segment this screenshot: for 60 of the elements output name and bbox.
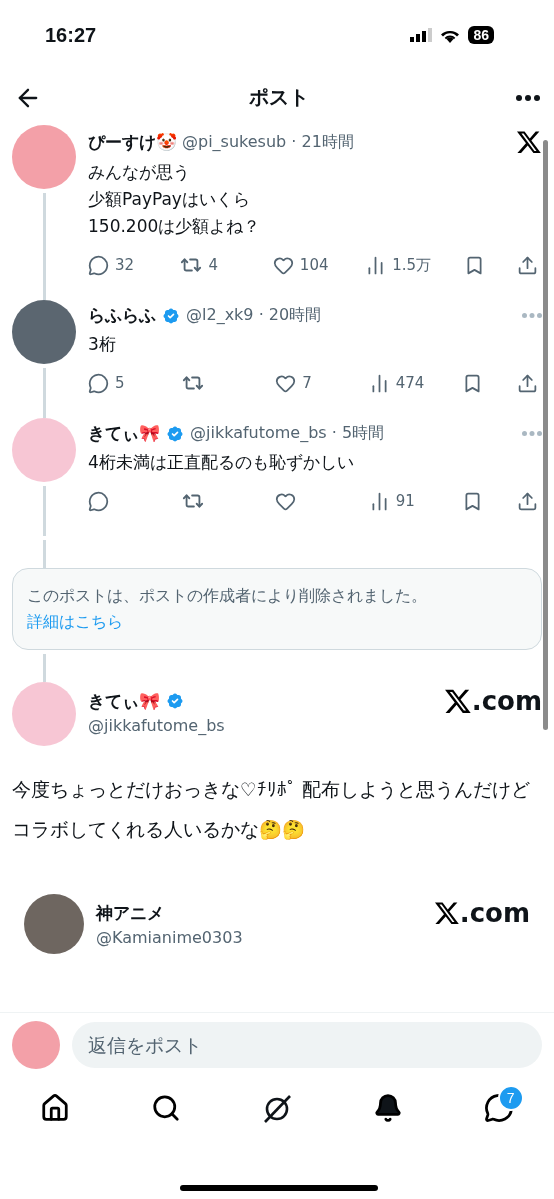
repost-button[interactable]: 4 (180, 254, 241, 276)
post-text: 150.200は少額よね？ (88, 215, 261, 238)
source-link[interactable]: .com (443, 686, 542, 716)
handle-and-time: @l2_xk9 · 20時間 (186, 305, 322, 326)
home-icon (40, 1093, 71, 1123)
count: 7 (302, 374, 312, 392)
post-text: 少額PayPayはいくら (88, 188, 250, 211)
count: 5 (115, 374, 125, 392)
source-link[interactable]: .com (433, 898, 530, 928)
count: 91 (395, 492, 415, 510)
avatar[interactable] (24, 894, 84, 954)
x-logo-icon (516, 129, 542, 155)
share-button[interactable] (516, 490, 538, 512)
user-name: きてぃ🎀 (88, 422, 160, 445)
reply-button[interactable]: 32 (88, 254, 148, 276)
like-button[interactable]: 104 (272, 254, 333, 276)
signal-icon (410, 28, 433, 42)
search-icon (150, 1093, 181, 1123)
count: 474 (395, 374, 425, 392)
reply-field[interactable]: 返信をポスト (72, 1022, 542, 1068)
reply-icon (88, 490, 109, 512)
bell-icon (373, 1093, 404, 1123)
share-icon (516, 490, 538, 512)
battery-level: 86 (468, 26, 494, 44)
user-handle: @Kamianime0303 (96, 928, 244, 947)
user-name: ぴーすけ🤡 (88, 130, 177, 154)
x-logo-icon (433, 900, 460, 926)
views-button[interactable]: 91 (368, 490, 429, 512)
count: 32 (115, 256, 135, 274)
post-text: 4桁未満は正直配るのも恥ずかしい (88, 451, 354, 474)
post-text: 今度ちょっとだけおっきな♡ﾁﾘﾎﾟ 配布しようと思うんだけどコラボしてくれる人いるかな🤔🤔 (12, 778, 532, 842)
count: 104 (299, 256, 329, 274)
like-button[interactable]: 7 (275, 372, 336, 394)
x-logo-icon (443, 687, 472, 715)
post-text: みんなが思う (88, 161, 190, 184)
reply-icon (88, 372, 109, 394)
more-button[interactable] (516, 94, 540, 101)
reply-icon (88, 254, 109, 276)
reply-button[interactable]: 5 (88, 372, 148, 394)
count: 4 (208, 256, 218, 274)
handle-and-time: @jikkafutome_bs · 5時間 (190, 423, 385, 444)
post-text: 3桁 (88, 333, 116, 356)
user-name: きてぃ🎀 (88, 689, 160, 713)
share-icon (516, 254, 538, 276)
user-name: 神アニメ (96, 901, 164, 925)
notice-text: このポストは、ポストの作成者により削除されました。 (27, 586, 428, 607)
views-button[interactable]: 474 (368, 372, 429, 394)
user-handle: @jikkafutome_bs (88, 716, 226, 735)
share-icon (516, 372, 538, 394)
share-button[interactable] (516, 254, 538, 276)
page-title: ポスト (249, 84, 309, 111)
share-button[interactable] (516, 372, 538, 394)
avatar (12, 1021, 60, 1069)
user-name: らふらふ (88, 304, 156, 327)
unread-badge: 7 (497, 1085, 524, 1111)
views-button[interactable]: 1.5万 (365, 254, 432, 276)
count: 1.5万 (392, 255, 432, 275)
handle-and-time: @pi_sukesub · 21時間 (182, 131, 354, 153)
status-time: 16:27 (45, 23, 97, 47)
more-icon (516, 94, 540, 101)
